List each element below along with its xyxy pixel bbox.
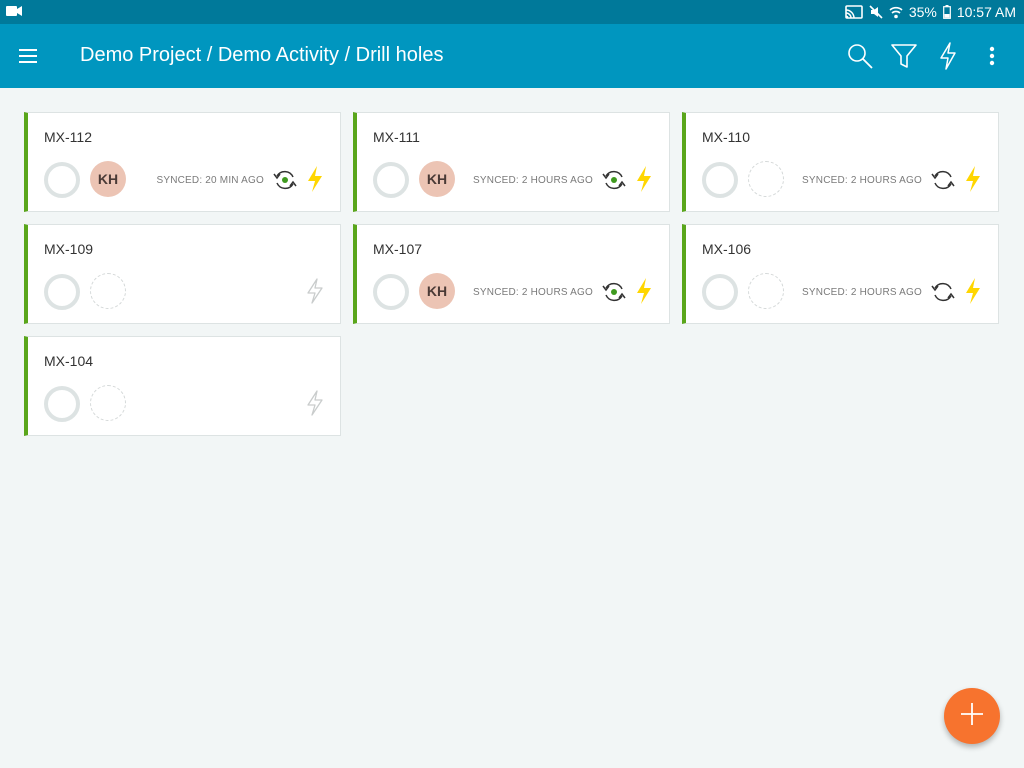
- card-mx-111[interactable]: MX-111 KH SYNCED: 2 HOURS AGO: [353, 112, 670, 212]
- progress-ring: [373, 162, 409, 198]
- sync-with-green-dot-icon[interactable]: [601, 168, 627, 192]
- card-mx-110[interactable]: MX-110 SYNCED: 2 HOURS AGO: [682, 112, 999, 212]
- sync-with-green-dot-icon[interactable]: [601, 280, 627, 304]
- card-id: MX-112: [44, 129, 92, 145]
- unassigned-avatar[interactable]: [90, 385, 126, 421]
- mute-icon: [869, 5, 883, 19]
- card-mx-107[interactable]: MX-107 KH SYNCED: 2 HOURS AGO: [353, 224, 670, 324]
- sync-status-text: SYNCED: 2 HOURS AGO: [802, 175, 922, 186]
- sync-with-green-dot-icon[interactable]: [272, 168, 298, 192]
- sync-status-text: SYNCED: 2 HOURS AGO: [473, 287, 593, 298]
- progress-ring: [44, 386, 80, 422]
- progress-ring: [702, 162, 738, 198]
- assignee-avatar[interactable]: KH: [419, 161, 455, 197]
- status-bar: 35% 10:57 AM: [0, 0, 1024, 24]
- page-title: Demo Project / Demo Activity / Drill hol…: [80, 44, 444, 66]
- add-icon: [960, 702, 984, 731]
- sync-status-text: SYNCED: 2 HOURS AGO: [802, 287, 922, 298]
- flash-icon[interactable]: [635, 166, 653, 192]
- progress-ring: [373, 274, 409, 310]
- cast-icon: [845, 5, 863, 19]
- search-icon[interactable]: [844, 40, 876, 72]
- video-camera-icon: [6, 5, 22, 17]
- unassigned-avatar[interactable]: [90, 273, 126, 309]
- flash-icon[interactable]: [964, 166, 982, 192]
- card-mx-112[interactable]: MX-112 KH SYNCED: 20 MIN AGO: [24, 112, 341, 212]
- add-button[interactable]: [944, 688, 1000, 744]
- menu-icon[interactable]: [12, 40, 44, 72]
- card-mx-109[interactable]: MX-109: [24, 224, 341, 324]
- progress-ring: [44, 162, 80, 198]
- card-id: MX-104: [44, 353, 94, 369]
- more-vert-icon[interactable]: [976, 40, 1008, 72]
- progress-ring: [702, 274, 738, 310]
- battery-icon: [942, 5, 951, 19]
- wifi-icon: [889, 5, 903, 19]
- sync-status-text: SYNCED: 2 HOURS AGO: [473, 175, 593, 186]
- flash-outline-icon[interactable]: [306, 390, 324, 416]
- card-id: MX-111: [373, 129, 420, 145]
- card-mx-104[interactable]: MX-104: [24, 336, 341, 436]
- progress-ring: [44, 274, 80, 310]
- filter-icon[interactable]: [888, 40, 920, 72]
- app-bar: Demo Project / Demo Activity / Drill hol…: [0, 24, 1024, 88]
- assignee-avatar[interactable]: KH: [90, 161, 126, 197]
- unassigned-avatar[interactable]: [748, 273, 784, 309]
- sync-icon[interactable]: [930, 280, 956, 304]
- card-id: MX-110: [702, 129, 750, 145]
- card-id: MX-109: [44, 241, 94, 257]
- card-mx-106[interactable]: MX-106 SYNCED: 2 HOURS AGO: [682, 224, 999, 324]
- card-id: MX-107: [373, 241, 423, 257]
- flash-icon[interactable]: [635, 278, 653, 304]
- assignee-avatar[interactable]: KH: [419, 273, 455, 309]
- unassigned-avatar[interactable]: [748, 161, 784, 197]
- sync-status-text: SYNCED: 20 MIN AGO: [156, 175, 264, 186]
- clock: 10:57 AM: [956, 4, 1016, 20]
- flash-outline-icon[interactable]: [306, 278, 324, 304]
- sync-icon[interactable]: [930, 168, 956, 192]
- battery-percent: 35%: [908, 4, 937, 20]
- flash-icon[interactable]: [306, 166, 324, 192]
- card-id: MX-106: [702, 241, 752, 257]
- flash-icon[interactable]: [964, 278, 982, 304]
- flash-icon[interactable]: [932, 40, 964, 72]
